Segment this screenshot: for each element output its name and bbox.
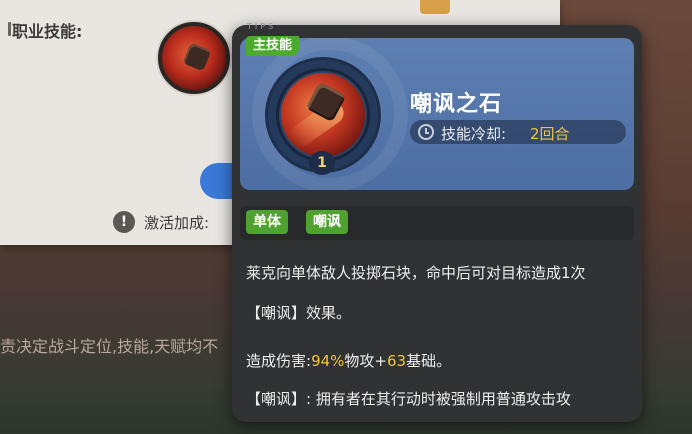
tips-label: TIPS	[247, 22, 277, 31]
tag-taunt: 嘲讽	[306, 210, 348, 234]
damage-base: 63	[386, 352, 407, 370]
job-description-text: 责决定战斗定位,技能,天赋均不	[0, 337, 219, 356]
heading-bar	[8, 22, 11, 36]
main-skill-badge: 主技能	[246, 36, 300, 56]
skill-level-badge: 1	[309, 151, 335, 175]
tag-single-target: 单体	[246, 210, 288, 234]
cooldown-value: 2回合	[530, 125, 570, 143]
clock-icon	[418, 124, 434, 140]
section-heading: 职业技能:	[12, 22, 83, 41]
cooldown-label: 技能冷却:	[441, 125, 507, 143]
skill-name: 嘲讽之石	[410, 92, 503, 117]
info-icon[interactable]: !	[113, 211, 135, 233]
rock-throw-icon	[281, 73, 365, 157]
description-line-1: 莱克向单体敌人投掷石块，命中后可对目标造成1次	[246, 264, 586, 282]
damage-prefix: 造成伤害:	[246, 352, 312, 370]
damage-suffix: 基础。	[406, 352, 452, 370]
tag-row	[240, 206, 634, 240]
damage-mid: 物攻+	[344, 352, 387, 370]
taunt-note: 【嘲讽】: 拥有者在其行动时被强制用普通攻击攻	[246, 390, 571, 408]
panel-corner-tab	[420, 0, 450, 14]
description-line-2: 【嘲讽】效果。	[246, 304, 352, 322]
bonus-label: 激活加成:	[144, 214, 210, 232]
damage-line: 造成伤害:94%物攻+63基础。	[246, 350, 451, 371]
job-skill-icon[interactable]	[158, 22, 230, 94]
damage-percent: 94%	[311, 352, 345, 370]
